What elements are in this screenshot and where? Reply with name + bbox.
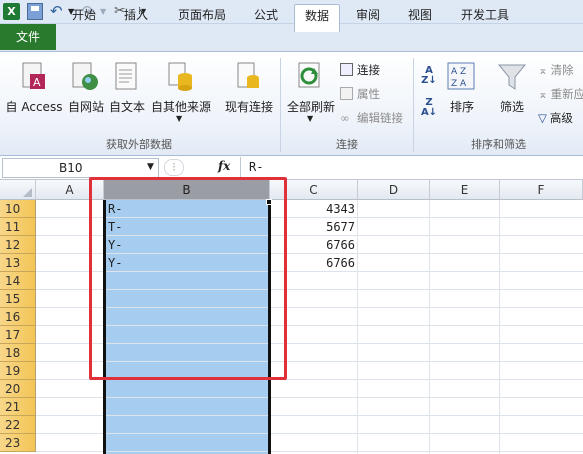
clear-filter-icon: ⌅	[538, 63, 548, 77]
tab-file[interactable]: 文件	[0, 24, 56, 50]
gridline	[499, 200, 500, 454]
group-label-external-data: 获取外部数据	[106, 138, 172, 151]
sort-za-icon: Z A↓	[420, 97, 438, 118]
gridline	[429, 200, 430, 454]
row-header-20[interactable]: 20	[0, 380, 36, 398]
link-icon: ∞	[340, 111, 350, 125]
formula-bar: B10 ▼ ⁝ fx R-	[0, 156, 583, 180]
existing-connections-icon	[237, 62, 259, 88]
row-header-15[interactable]: 15	[0, 290, 36, 308]
edit-links-button[interactable]: ∞ 编辑链接	[340, 110, 403, 126]
group-label-sort-filter: 排序和筛选	[471, 138, 526, 151]
svg-text:A Z: A Z	[451, 67, 466, 77]
row-header-22[interactable]: 22	[0, 416, 36, 434]
select-all-corner[interactable]	[0, 180, 36, 200]
svg-text:A: A	[33, 76, 41, 89]
tab-view[interactable]: 视图	[398, 4, 442, 28]
insert-function-icon[interactable]: fx	[218, 159, 230, 173]
sort-descending-button[interactable]: Z A↓	[418, 98, 440, 120]
gridline	[36, 415, 583, 416]
row-header-10[interactable]: 10	[0, 200, 36, 218]
web-icon	[72, 62, 98, 90]
worksheet-grid[interactable]: A B C D E F 10 11 12 13 14 15 16 17 18 19 20 21 22 23 R- T- Y-…	[0, 177, 583, 454]
row-header-13[interactable]: 13	[0, 254, 36, 272]
gridline	[36, 451, 583, 452]
ribbon-data: A 自 Access 自网站 自文本 自其他来源 ▼ 现有连接 获取外部数据 全…	[0, 51, 583, 156]
row-header-18[interactable]: 18	[0, 344, 36, 362]
properties-button[interactable]: 属性	[340, 86, 380, 102]
advanced-filter-icon: ▽	[538, 111, 547, 125]
save-icon[interactable]	[27, 3, 43, 20]
from-access-button[interactable]: A 自 Access	[2, 56, 66, 116]
clear-button[interactable]: ⌅ 清除	[538, 62, 574, 78]
sort-ascending-button[interactable]: A Z↓	[418, 66, 440, 88]
highlight-annotation-box	[89, 177, 287, 380]
chevron-down-icon[interactable]: ▼	[147, 162, 154, 172]
tab-data[interactable]: 数据	[294, 4, 340, 32]
reapply-icon: ⌅	[538, 87, 548, 101]
refresh-all-button[interactable]: 全部刷新 ▼	[283, 56, 339, 128]
row-header-11[interactable]: 11	[0, 218, 36, 236]
tab-developer[interactable]: 开发工具	[452, 4, 518, 28]
gridline	[36, 433, 583, 434]
tab-insert[interactable]: 插入	[114, 4, 158, 28]
filter-button[interactable]: 筛选	[494, 56, 530, 116]
text-file-icon	[115, 62, 137, 90]
from-web-button[interactable]: 自网站	[64, 56, 108, 116]
name-box[interactable]: B10 ▼	[2, 158, 159, 178]
properties-icon	[340, 87, 353, 100]
advanced-button[interactable]: ▽ 高级	[538, 110, 573, 126]
formula-input[interactable]: R-	[240, 157, 583, 179]
chevron-down-icon: ▼	[307, 114, 314, 123]
tab-page-layout[interactable]: 页面布局	[166, 4, 238, 28]
row-header-14[interactable]: 14	[0, 272, 36, 290]
reapply-button[interactable]: ⌅ 重新应	[538, 86, 583, 102]
group-label-connections: 连接	[336, 138, 358, 151]
sort-az-icon: A Z↓	[421, 65, 437, 86]
access-icon: A	[22, 62, 45, 89]
database-icon	[168, 62, 192, 91]
connections-button[interactable]: 连接	[340, 62, 380, 78]
svg-text:Z A: Z A	[451, 79, 467, 89]
chevron-down-icon: ▼	[176, 114, 183, 123]
row-header-12[interactable]: 12	[0, 236, 36, 254]
column-header-d[interactable]: D	[358, 180, 430, 200]
tab-review[interactable]: 审阅	[346, 4, 390, 28]
from-other-sources-button[interactable]: 自其他来源 ▼	[148, 56, 214, 128]
column-header-f[interactable]: F	[500, 180, 583, 200]
formula-bar-handle-icon[interactable]: ⁝	[164, 159, 184, 176]
row-header-23[interactable]: 23	[0, 434, 36, 452]
tab-formulas[interactable]: 公式	[244, 4, 288, 28]
existing-connections-button[interactable]: 现有连接	[220, 56, 278, 116]
filter-icon	[497, 64, 527, 90]
sort-button[interactable]: A ZZ A 排序	[444, 56, 480, 116]
sort-dialog-icon: A Z Z A	[447, 62, 475, 90]
from-text-button[interactable]: 自文本	[106, 56, 148, 116]
row-header-21[interactable]: 21	[0, 398, 36, 416]
refresh-icon	[298, 62, 320, 88]
group-divider	[280, 58, 281, 152]
row-header-17[interactable]: 17	[0, 326, 36, 344]
tab-home[interactable]: 开始	[62, 4, 106, 28]
column-header-e[interactable]: E	[430, 180, 500, 200]
gridline	[36, 397, 583, 398]
excel-icon[interactable]: X	[3, 3, 20, 20]
gridline	[357, 200, 358, 454]
ribbon-tabs	[0, 24, 583, 52]
row-header-19[interactable]: 19	[0, 362, 36, 380]
row-header-16[interactable]: 16	[0, 308, 36, 326]
select-all-triangle-icon	[23, 188, 32, 197]
connections-icon	[340, 63, 353, 76]
